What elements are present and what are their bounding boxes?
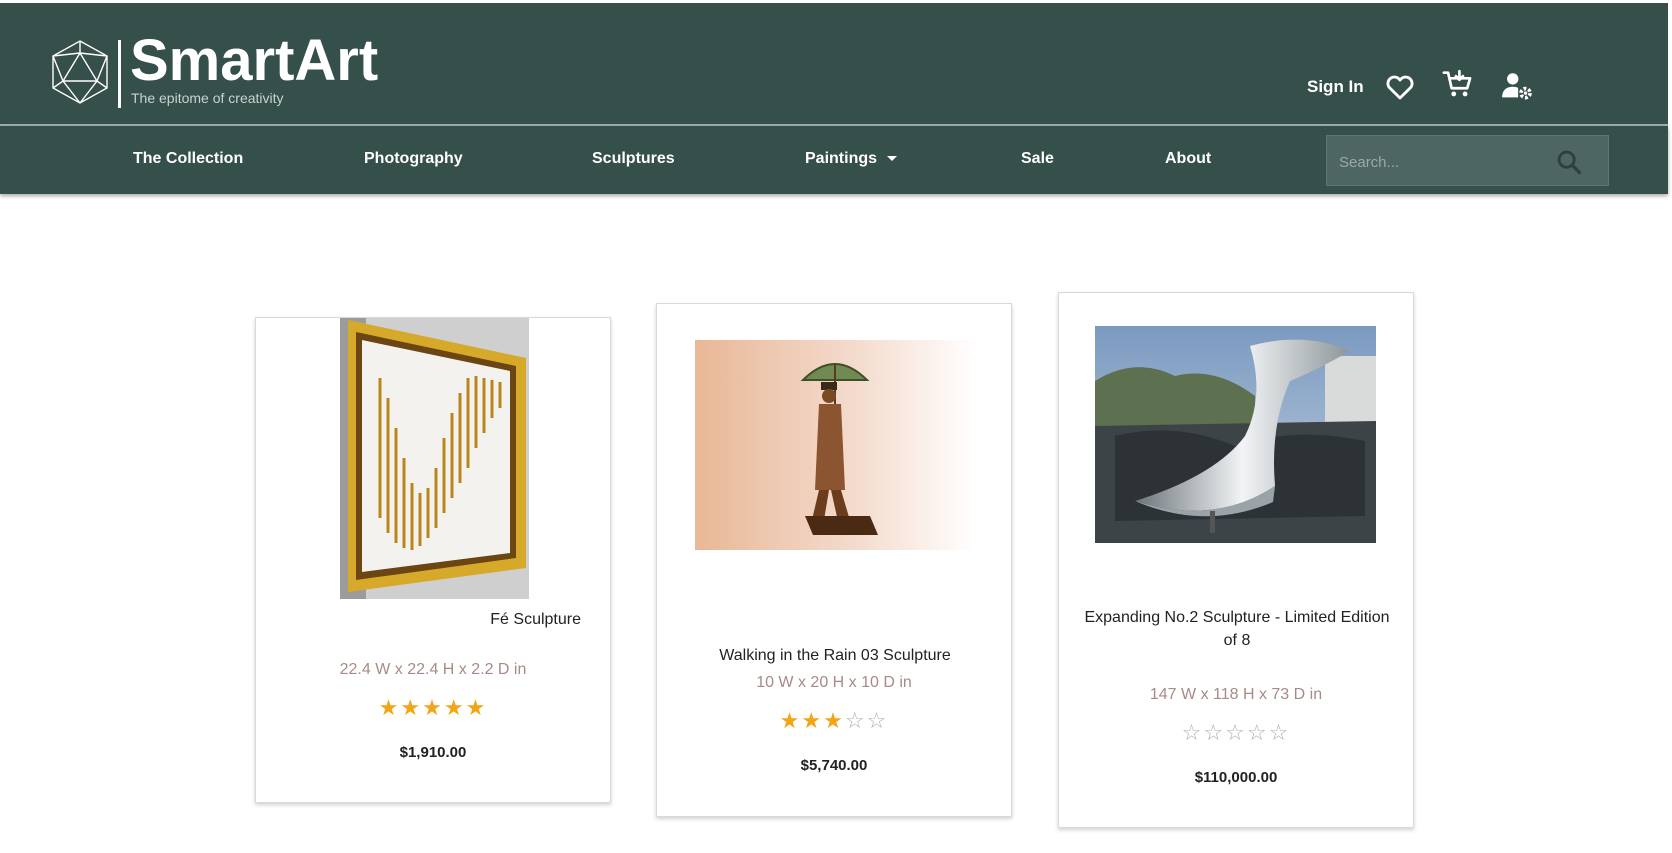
product-dimensions: 147 W x 118 H x 73 D in: [1149, 686, 1323, 703]
star-filled-icon: ★: [465, 695, 488, 720]
cart-icon[interactable]: [1441, 67, 1475, 101]
star-filled-icon: ★: [823, 708, 845, 733]
star-filled-icon: ★: [400, 695, 423, 720]
chevron-down-icon: [887, 156, 898, 162]
star-filled-icon: ★: [801, 708, 824, 733]
product-card[interactable]: Expanding No.2 Sculpture - Limited Editi…: [1058, 292, 1414, 828]
brand-name[interactable]: SmartArt: [130, 29, 378, 93]
framed-gold-sculpture-image: [340, 318, 529, 599]
product-card[interactable]: Fé Sculpture 22.4 W x 22.4 H x 2.2 D in …: [255, 317, 611, 803]
star-empty-icon: ☆: [1225, 720, 1247, 745]
star-empty-icon: ☆: [866, 708, 889, 733]
product-dimensions: 10 W x 20 H x 10 D in: [756, 674, 912, 691]
star-rating: ★★★★★: [256, 695, 610, 721]
search-input[interactable]: [1337, 148, 1551, 176]
nav-about[interactable]: About: [1165, 150, 1211, 168]
product-title[interactable]: Fé Sculpture: [256, 608, 581, 631]
product-image[interactable]: [1095, 326, 1376, 543]
search-icon[interactable]: [1555, 148, 1583, 176]
nav-photography[interactable]: Photography: [364, 150, 463, 168]
nav-sculptures[interactable]: Sculptures: [592, 150, 675, 168]
product-price: $1,910.00: [399, 744, 467, 761]
walking-man-umbrella-image: [695, 340, 976, 550]
product-card[interactable]: Walking in the Rain 03 Sculpture 10 W x …: [656, 303, 1012, 817]
search-box: [1326, 135, 1609, 186]
product-image[interactable]: [695, 340, 976, 550]
star-empty-icon: ☆: [1268, 720, 1291, 745]
star-filled-icon: ★: [378, 695, 401, 720]
product-title[interactable]: Expanding No.2 Sculpture - Limited Editi…: [1079, 606, 1395, 652]
expanding-steel-sculpture-image: [1095, 326, 1376, 543]
sign-in-link[interactable]: Sign In: [1307, 77, 1364, 97]
product-dimensions: 22.4 W x 22.4 H x 2.2 D in: [339, 661, 527, 678]
heart-icon[interactable]: [1383, 69, 1417, 103]
star-rating: ☆☆☆☆☆: [1059, 720, 1413, 746]
site-header: SmartArt The epitome of creativity Sign …: [0, 3, 1668, 126]
star-empty-icon: ☆: [1181, 720, 1204, 745]
nav-the-collection[interactable]: The Collection: [133, 150, 243, 168]
star-filled-icon: ★: [779, 708, 802, 733]
product-image[interactable]: [340, 318, 529, 599]
nav-paintings-label: Paintings: [805, 150, 878, 167]
user-settings-icon[interactable]: [1500, 69, 1534, 103]
main-nav: The Collection Photography Sculptures Pa…: [0, 126, 1668, 194]
star-filled-icon: ★: [422, 695, 444, 720]
product-title[interactable]: Walking in the Rain 03 Sculpture: [657, 644, 1013, 667]
star-empty-icon: ☆: [1203, 720, 1226, 745]
star-empty-icon: ☆: [1246, 720, 1269, 745]
logo-divider: [118, 40, 121, 108]
nav-sale[interactable]: Sale: [1021, 150, 1054, 168]
product-price: $110,000.00: [1194, 769, 1278, 786]
product-price: $5,740.00: [800, 757, 868, 774]
icosahedron-logo-icon: [52, 40, 108, 104]
star-rating: ★★★☆☆: [657, 708, 1011, 734]
nav-paintings[interactable]: Paintings: [805, 150, 898, 168]
star-filled-icon: ★: [443, 695, 466, 720]
brand-tagline: The epitome of creativity: [131, 90, 284, 106]
star-empty-icon: ☆: [844, 708, 867, 733]
